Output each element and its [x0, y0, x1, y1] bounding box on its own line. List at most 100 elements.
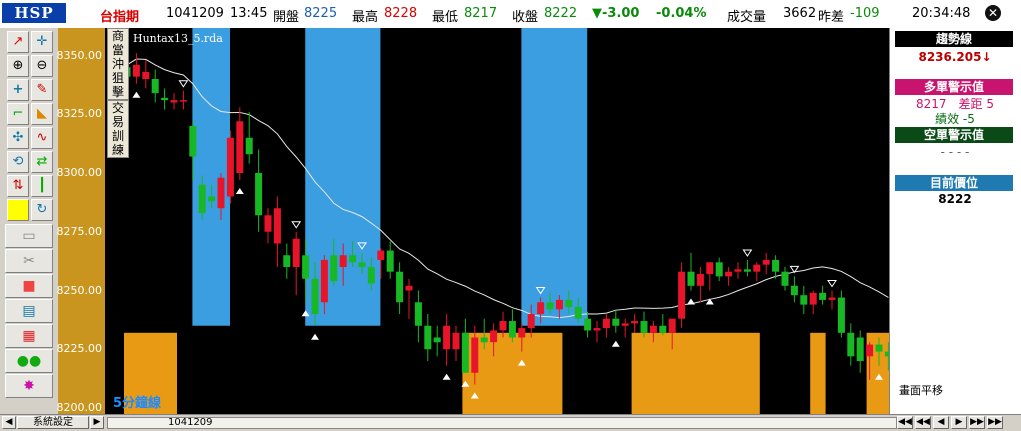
- candle-body: [856, 337, 864, 361]
- buy-marker: [442, 373, 451, 380]
- candle-body: [179, 100, 187, 102]
- crosshair-icon[interactable]: ✛: [31, 31, 53, 53]
- pencil-icon[interactable]: ✎: [31, 79, 53, 101]
- add-icon[interactable]: +: [7, 79, 29, 101]
- folder-icon[interactable]: ▭: [5, 224, 53, 248]
- candle-body: [584, 318, 592, 331]
- candle-body: [847, 332, 855, 357]
- swap-icon[interactable]: ⇄: [31, 151, 53, 173]
- sell-marker: [178, 80, 189, 88]
- stop-icon[interactable]: ■: [5, 274, 53, 298]
- tab-training[interactable]: 交易訓練: [107, 100, 129, 158]
- rotate-icon[interactable]: ⟲: [7, 151, 29, 173]
- candle-body: [715, 262, 723, 277]
- candle-body: [537, 302, 545, 314]
- candle-body: [255, 173, 263, 216]
- candle-body: [461, 332, 469, 373]
- candle-body: [386, 250, 394, 272]
- candle-body: [678, 271, 686, 319]
- y-tick-label: 8275.00: [56, 224, 103, 238]
- gloves-icon[interactable]: ●●: [5, 349, 53, 373]
- buy-marker: [132, 91, 141, 98]
- position-header: 目前價位: [895, 175, 1013, 191]
- candle-body: [217, 177, 225, 209]
- trend-value: 8236.205↓: [918, 50, 992, 64]
- page-forward-button[interactable]: ▶▶: [969, 416, 985, 429]
- candle-body: [772, 259, 780, 272]
- notes-icon[interactable]: ▤: [5, 299, 53, 323]
- open-label: 開盤: [273, 10, 300, 25]
- candle-body: [189, 126, 197, 157]
- diff-value: -109: [850, 6, 880, 21]
- long-performance: 績效 -5: [935, 112, 975, 126]
- buy-marker: [235, 188, 244, 195]
- time-scrollbar[interactable]: 1041209: [107, 417, 897, 429]
- yellow-box-icon[interactable]: [7, 199, 29, 221]
- close-button[interactable]: ✕: [985, 5, 1001, 21]
- candle-body: [452, 332, 460, 350]
- period-label: 5分鐘線: [113, 396, 162, 411]
- candle-body: [480, 337, 488, 343]
- unlock-icon[interactable]: ⌐: [7, 103, 29, 125]
- candle-body: [339, 255, 347, 267]
- step-forward-button[interactable]: ▶: [951, 416, 967, 429]
- buy-marker: [687, 298, 695, 305]
- short-header: 空單警示值: [895, 127, 1013, 143]
- line-draw-icon[interactable]: ↗: [7, 31, 29, 53]
- low-value: 8217: [464, 6, 498, 21]
- candle-body: [527, 314, 535, 329]
- candle-body: [518, 328, 526, 338]
- candle-body: [668, 318, 676, 333]
- zoom-in-icon[interactable]: ⊕: [7, 55, 29, 77]
- candle-body: [659, 325, 667, 333]
- high-label: 最高: [352, 10, 379, 25]
- scroll-left-small[interactable]: ◀: [2, 416, 16, 429]
- candle-body: [640, 321, 648, 333]
- candle-body: [273, 208, 281, 244]
- open-value: 8225: [304, 6, 338, 21]
- candle-body: [311, 278, 319, 314]
- chart-move-icon[interactable]: ⇅: [7, 175, 29, 197]
- refresh-icon[interactable]: ↻: [31, 199, 53, 221]
- tab-daytrade[interactable]: 商當沖狙擊: [107, 28, 129, 100]
- candle-body: [264, 215, 272, 232]
- short-value: - - - -: [940, 145, 970, 159]
- candle-body: [555, 299, 563, 310]
- candle-body: [546, 302, 554, 310]
- long-header: 多單警示值: [895, 79, 1013, 95]
- grid-icon[interactable]: ▦: [5, 324, 53, 348]
- scroll-end-button[interactable]: ▶▶: [987, 416, 1003, 429]
- zoom-out-icon[interactable]: ⊖: [31, 55, 53, 77]
- candle-body: [142, 71, 150, 79]
- candle-body: [790, 285, 798, 296]
- fan-icon[interactable]: ✣: [7, 127, 29, 149]
- scroll-start-button[interactable]: ◀◀: [897, 416, 913, 429]
- candle-body: [471, 337, 479, 373]
- edit-icon[interactable]: ◣: [31, 103, 53, 125]
- burst-icon[interactable]: ✸: [5, 374, 53, 398]
- wave-icon[interactable]: ∿: [31, 127, 53, 149]
- scissors-icon[interactable]: ✂: [5, 249, 53, 273]
- candle-body: [753, 264, 761, 272]
- candle-body: [866, 344, 874, 357]
- candle-body: [593, 328, 601, 331]
- signal-band-orange: [631, 332, 760, 414]
- low-label: 最低: [432, 10, 459, 25]
- candle-body: [809, 292, 817, 305]
- sell-marker: [827, 280, 837, 288]
- page-back-button[interactable]: ◀◀: [915, 416, 931, 429]
- candle-icon[interactable]: ┃: [31, 175, 53, 197]
- buy-marker: [705, 298, 714, 305]
- candle-body: [132, 64, 140, 77]
- tool-palette: ↗ ✛ ⊕ ⊖ + ✎ ⌐ ◣ ✣ ∿ ⟲ ⇄ ⇅ ┃ ↻ ▭ ✂ ■ ▤ ▦ …: [0, 28, 58, 414]
- candle-body: [330, 255, 338, 282]
- candle-body: [875, 344, 883, 352]
- chart-area[interactable]: 商當沖狙擊 交易訓練 Huntax13_5.rda 5分鐘線: [105, 28, 889, 414]
- symbol-label: 台指期: [100, 10, 140, 25]
- settings-button[interactable]: 系統設定: [17, 416, 89, 429]
- candle-body: [236, 121, 244, 173]
- buy-marker: [611, 340, 620, 347]
- change-value: ▼-3.00: [592, 6, 640, 21]
- step-back-button[interactable]: ◀: [933, 416, 949, 429]
- scroll-right-small[interactable]: ▶: [90, 416, 104, 429]
